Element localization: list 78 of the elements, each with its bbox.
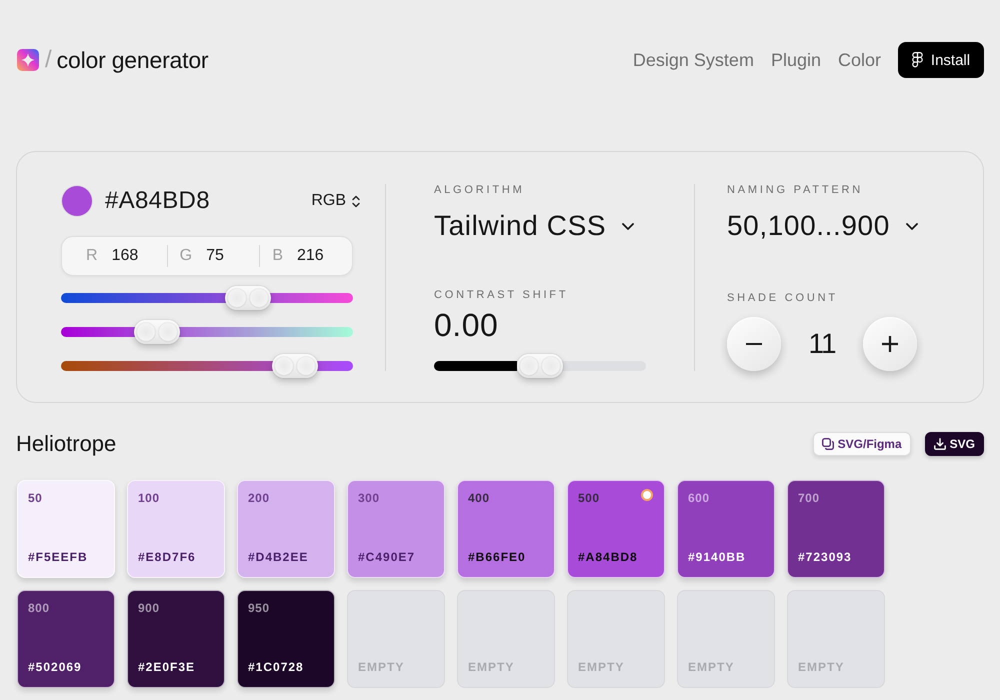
copy-svg-figma-button[interactable]: SVG/Figma — [812, 432, 911, 456]
hex-code: #F5EEFB — [28, 550, 88, 564]
palette-name: Heliotrope — [16, 431, 116, 457]
color-swatch[interactable]: 300 #C490E7 — [347, 480, 445, 578]
contrast-shift-label: CONTRAST SHIFT — [434, 289, 568, 301]
breadcrumb-separator: / — [45, 48, 52, 72]
slider-thumb[interactable] — [517, 354, 563, 378]
chevron-down-icon — [906, 222, 918, 230]
empty-label: EMPTY — [798, 660, 844, 674]
slider-thumb[interactable] — [134, 320, 180, 344]
hex-code: #E8D7F6 — [138, 550, 196, 564]
channel-input[interactable]: 216 — [297, 247, 324, 265]
download-svg-button[interactable]: SVG — [924, 432, 984, 456]
empty-label: EMPTY — [578, 660, 624, 674]
mode-dropdown[interactable]: RGB — [311, 192, 360, 210]
hex-code: #723093 — [798, 550, 852, 564]
install-button[interactable]: Install — [898, 42, 984, 78]
shade-number: 900 — [138, 601, 160, 615]
nav-link[interactable]: Plugin — [770, 50, 821, 70]
channel-input[interactable]: 168 — [112, 247, 138, 265]
color-swatch[interactable]: 700 #723093 — [787, 480, 885, 578]
hex-code: #1C0728 — [248, 660, 304, 674]
shade-number: 800 — [28, 601, 50, 615]
color-swatch-icon[interactable] — [62, 186, 92, 216]
hex-code: #2E0F3E — [138, 660, 196, 674]
empty-label: EMPTY — [468, 660, 514, 674]
empty-label: EMPTY — [358, 660, 404, 674]
page-title: color generator — [56, 48, 208, 72]
color-swatch[interactable]: 800 #502069 — [17, 590, 115, 688]
copy-icon — [822, 438, 834, 450]
color-swatch[interactable]: 500 #A84BD8 — [567, 480, 665, 578]
up-down-chevron-icon — [352, 194, 360, 208]
shade-number: 600 — [688, 491, 710, 505]
color-swatch[interactable]: 200 #D4B2EE — [237, 480, 335, 578]
logo-icon — [17, 49, 39, 71]
naming-pattern-dropdown[interactable]: 50,100...900 — [727, 209, 918, 243]
color-swatch[interactable]: 900 #2E0F3E — [127, 590, 225, 688]
shade-number: 500 — [578, 491, 600, 505]
figma-icon — [912, 52, 923, 68]
hex-code: #C490E7 — [358, 550, 416, 564]
chevron-down-icon — [622, 222, 634, 230]
shade-number: 700 — [798, 491, 820, 505]
shade-number: 300 — [358, 491, 380, 505]
color-swatch[interactable]: 50 #F5EEFB — [17, 480, 115, 578]
color-swatch[interactable]: 950 #1C0728 — [237, 590, 335, 688]
algorithm-dropdown[interactable]: Tailwind CSS — [434, 209, 634, 243]
shade-count-label: SHADE COUNT — [727, 292, 838, 304]
slider-thumb[interactable] — [272, 354, 318, 378]
slider-thumb[interactable] — [224, 286, 271, 310]
algorithm-label: ALGORITHM — [434, 184, 525, 196]
channel-input[interactable]: 75 — [206, 247, 224, 265]
color-swatch[interactable]: 400 #B66FE0 — [457, 480, 555, 578]
shade-number: 200 — [248, 491, 270, 505]
hex-code: #D4B2EE — [248, 550, 308, 564]
shade-number: 50 — [28, 491, 42, 505]
empty-label: EMPTY — [688, 660, 734, 674]
nav-link[interactable]: Design System — [632, 50, 754, 70]
nav-link[interactable]: Color — [838, 50, 881, 70]
increment-button[interactable] — [863, 317, 917, 371]
contrast-shift-value: 0.00 — [434, 307, 498, 343]
shade-number: 400 — [468, 491, 490, 505]
download-icon — [934, 438, 946, 450]
color-swatch[interactable]: 100 #E8D7F6 — [127, 480, 225, 578]
hex-code: #9140BB — [688, 550, 746, 564]
hex-value[interactable]: #A84BD8 — [105, 187, 210, 215]
color-swatch[interactable]: 600 #9140BB — [677, 480, 775, 578]
hex-code: #A84BD8 — [578, 550, 638, 564]
minus-icon — [746, 343, 762, 345]
shade-number: 100 — [138, 491, 160, 505]
hex-code: #502069 — [28, 660, 82, 674]
hex-code: #B66FE0 — [468, 550, 526, 564]
channel-label: G — [180, 247, 192, 265]
plus-icon — [882, 336, 898, 352]
shade-number: 950 — [248, 601, 270, 615]
naming-pattern-label: NAMING PATTERN — [727, 184, 863, 196]
channel-label: B — [272, 247, 283, 265]
channel-label: R — [86, 247, 98, 265]
shade-count-value: 11 — [807, 328, 837, 360]
